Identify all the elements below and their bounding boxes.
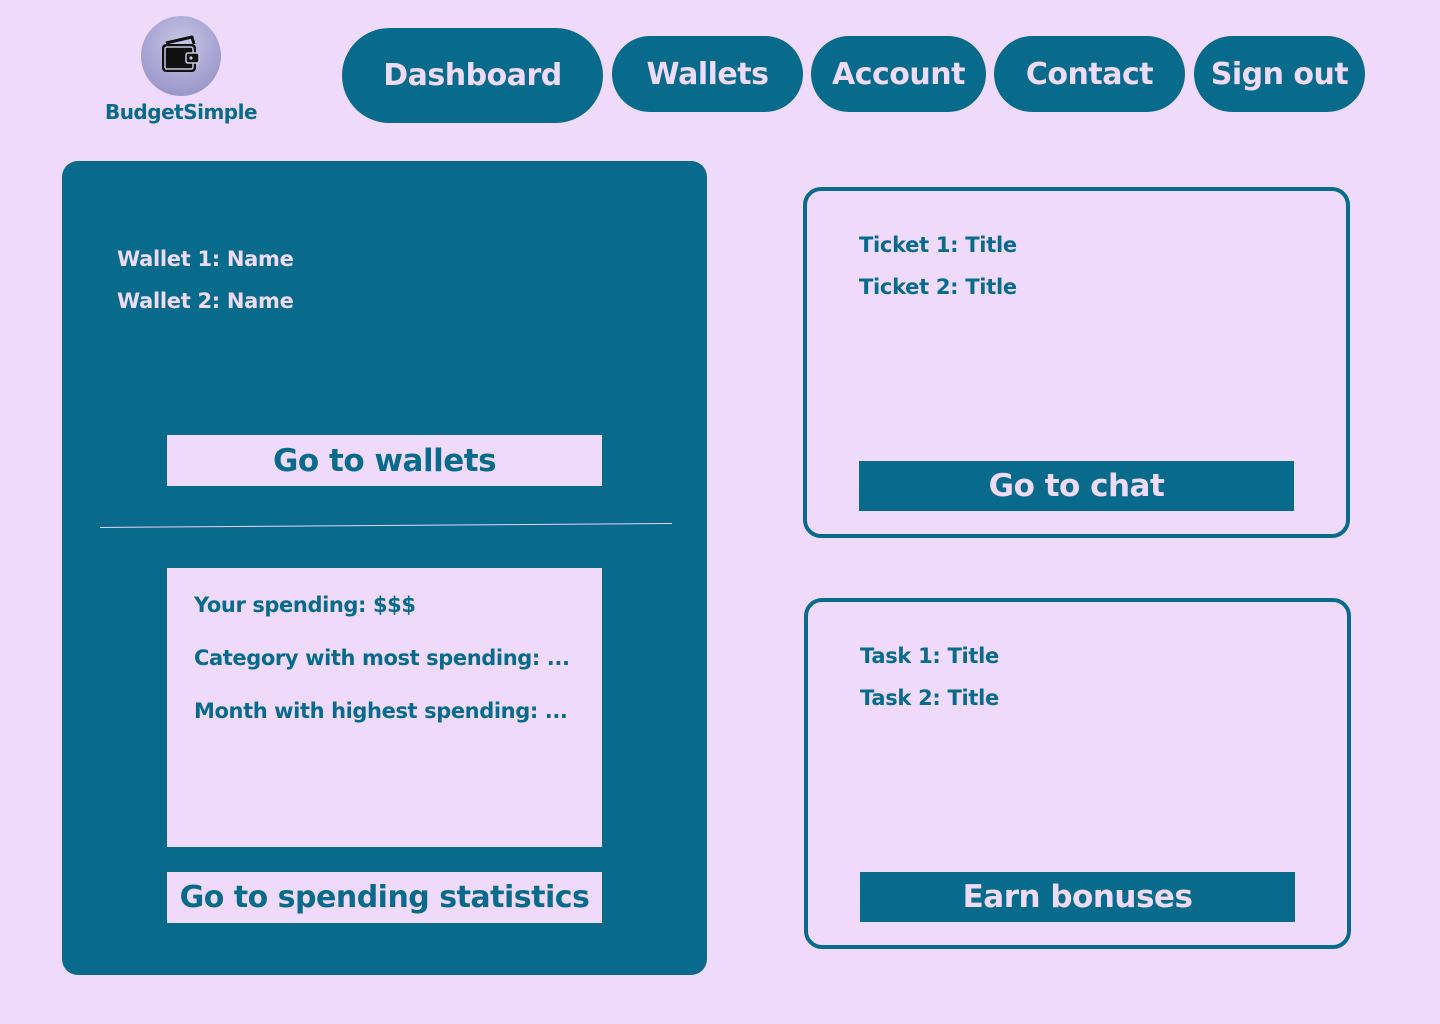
go-to-wallets-button[interactable]: Go to wallets bbox=[167, 435, 602, 486]
nav-wallets-button[interactable]: Wallets bbox=[612, 36, 803, 112]
wallet-icon bbox=[162, 35, 200, 72]
task-item[interactable]: Task 1: Title bbox=[860, 644, 999, 668]
spending-summary-box: Your spending: $$$ Category with most sp… bbox=[167, 568, 602, 847]
tickets-card: Ticket 1: Title Ticket 2: Title Go to ch… bbox=[803, 187, 1350, 538]
earn-bonuses-button[interactable]: Earn bonuses bbox=[860, 872, 1295, 922]
nav-dashboard-button[interactable]: Dashboard bbox=[342, 28, 603, 123]
wallets-spending-panel: Wallet 1: Name Wallet 2: Name Go to wall… bbox=[62, 161, 707, 975]
task-item[interactable]: Task 2: Title bbox=[860, 686, 999, 710]
ticket-item[interactable]: Ticket 2: Title bbox=[859, 275, 1017, 299]
tasks-card: Task 1: Title Task 2: Title Earn bonuses bbox=[804, 598, 1351, 949]
go-to-chat-button[interactable]: Go to chat bbox=[859, 461, 1294, 511]
ticket-item[interactable]: Ticket 1: Title bbox=[859, 233, 1017, 257]
go-to-spending-statistics-button[interactable]: Go to spending statistics bbox=[167, 872, 602, 923]
wallet-item[interactable]: Wallet 1: Name bbox=[117, 247, 294, 271]
nav-sign-out-button[interactable]: Sign out bbox=[1194, 36, 1365, 112]
panel-divider bbox=[99, 523, 672, 528]
brand-name: BudgetSimple bbox=[104, 100, 258, 124]
wallet-item[interactable]: Wallet 2: Name bbox=[117, 289, 294, 313]
top-month: Month with highest spending: ... bbox=[194, 699, 568, 723]
nav-contact-button[interactable]: Contact bbox=[994, 36, 1185, 112]
spending-total: Your spending: $$$ bbox=[194, 593, 416, 617]
top-category: Category with most spending: ... bbox=[194, 646, 570, 670]
logo-badge bbox=[141, 16, 221, 96]
brand-logo[interactable]: BudgetSimple bbox=[100, 14, 262, 130]
nav-account-button[interactable]: Account bbox=[811, 36, 986, 112]
